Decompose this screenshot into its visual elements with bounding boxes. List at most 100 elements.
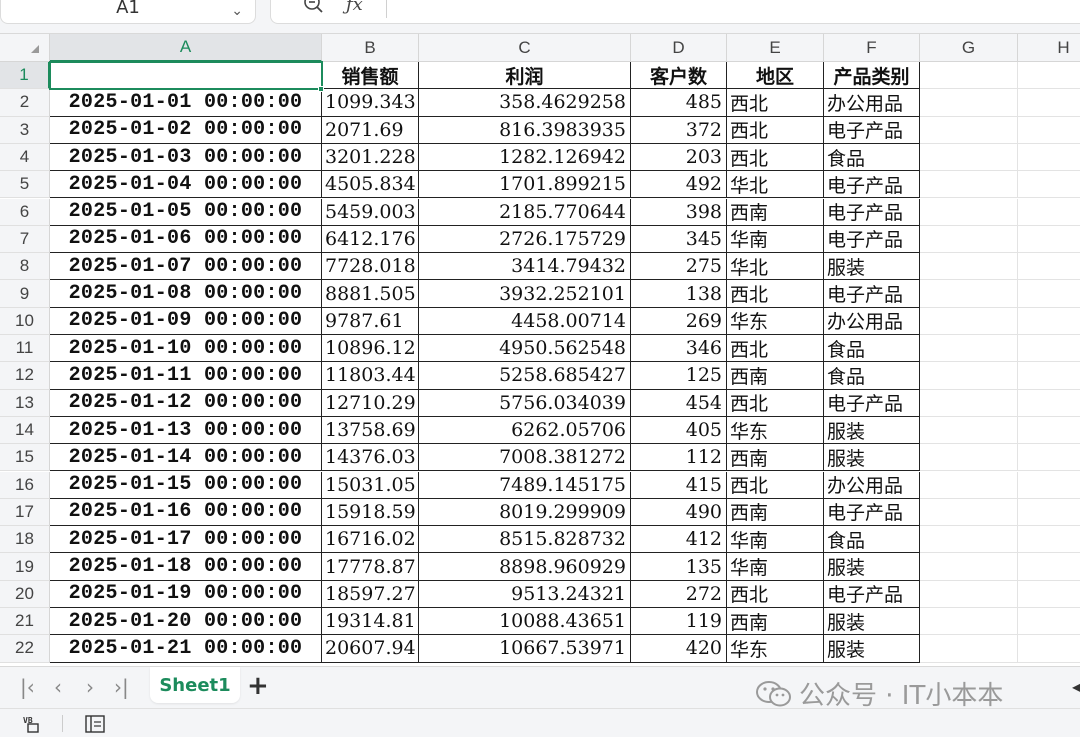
zoom-icon[interactable] <box>302 0 324 14</box>
prev-sheet-icon[interactable]: ‹ <box>54 675 62 699</box>
cell-b[interactable]: 14376.03 <box>322 444 419 472</box>
cell-c[interactable]: 4950.562548 <box>419 335 631 363</box>
cell-a[interactable]: 2025-01-16 00:00:00 <box>50 498 322 527</box>
cell-a[interactable]: 2025-01-06 00:00:00 <box>50 225 322 254</box>
cell-g[interactable] <box>920 335 1018 363</box>
column-header-d[interactable]: D <box>631 34 727 62</box>
cell-b[interactable]: 1099.343 <box>322 89 419 117</box>
cell-e[interactable]: 西北 <box>727 471 824 499</box>
cell-g[interactable] <box>920 307 1018 335</box>
cell-h[interactable] <box>1018 226 1080 254</box>
row-header[interactable]: 4 <box>0 143 50 172</box>
cell-b[interactable]: 4505.834 <box>322 171 419 199</box>
cell-b[interactable]: 7728.018 <box>322 253 419 281</box>
cell-h[interactable] <box>1018 62 1080 90</box>
cell-d[interactable]: 372 <box>631 116 727 144</box>
cell-a[interactable]: 2025-01-18 00:00:00 <box>50 553 322 581</box>
cell-b[interactable]: 19314.81 <box>322 608 419 636</box>
cell-f[interactable]: 电子产品 <box>824 171 920 199</box>
cell-d[interactable]: 492 <box>631 171 727 199</box>
cell-f[interactable]: 食品 <box>824 143 920 172</box>
cell-e[interactable]: 华北 <box>727 253 824 281</box>
cell-h[interactable] <box>1018 472 1080 499</box>
last-sheet-icon[interactable]: ›| <box>114 675 129 699</box>
cell-e[interactable]: 西北 <box>727 280 824 308</box>
cell-d[interactable]: 203 <box>631 143 727 172</box>
cell-f[interactable]: 办公用品 <box>824 307 920 335</box>
cell-h[interactable] <box>1018 280 1080 308</box>
cell-f[interactable]: 电子产品 <box>824 389 920 417</box>
cell-f[interactable]: 食品 <box>824 362 920 390</box>
function-icon[interactable]: ƒx <box>346 0 363 15</box>
cell-b[interactable]: 销售额 <box>322 62 419 90</box>
macro-icon[interactable]: VB <box>22 714 46 734</box>
cell-d[interactable]: 485 <box>631 89 727 117</box>
cell-b[interactable]: 3201.228 <box>322 143 419 172</box>
cell-d[interactable]: 405 <box>631 416 727 445</box>
cell-h[interactable] <box>1018 117 1080 144</box>
cell-c[interactable]: 10088.43651 <box>419 608 631 636</box>
cell-c[interactable]: 6262.05706 <box>419 416 631 445</box>
cell-g[interactable] <box>920 580 1018 608</box>
cell-c[interactable]: 5756.034039 <box>419 389 631 417</box>
cell-c[interactable]: 816.3983935 <box>419 116 631 144</box>
cell-d[interactable]: 454 <box>631 389 727 417</box>
column-header-g[interactable]: G <box>920 34 1018 62</box>
cell-a[interactable]: 2025-01-02 00:00:00 <box>50 116 322 144</box>
cell-b[interactable]: 20607.94 <box>322 635 419 663</box>
cell-d[interactable]: 398 <box>631 198 727 226</box>
cell-h[interactable] <box>1018 308 1080 335</box>
cell-e[interactable]: 华南 <box>727 225 824 254</box>
cell-d[interactable]: 客户数 <box>631 62 727 90</box>
cell-c[interactable]: 5258.685427 <box>419 362 631 390</box>
row-header[interactable]: 6 <box>0 198 50 226</box>
cell-b[interactable]: 15031.05 <box>322 471 419 499</box>
cell-a[interactable]: 2025-01-17 00:00:00 <box>50 526 322 554</box>
select-all-corner[interactable] <box>0 34 50 62</box>
cell-c[interactable]: 10667.53971 <box>419 635 631 663</box>
cell-g[interactable] <box>920 553 1018 581</box>
cell-a[interactable]: 2025-01-21 00:00:00 <box>50 635 322 663</box>
cell-a[interactable]: 2025-01-10 00:00:00 <box>50 335 322 363</box>
cell-h[interactable] <box>1018 362 1080 390</box>
cell-f[interactable]: 办公用品 <box>824 471 920 499</box>
column-header-b[interactable]: B <box>322 34 419 62</box>
column-header-e[interactable]: E <box>727 34 824 62</box>
cell-d[interactable]: 119 <box>631 608 727 636</box>
row-header[interactable]: 13 <box>0 389 50 417</box>
cell-d[interactable]: 275 <box>631 253 727 281</box>
cell-d[interactable]: 269 <box>631 307 727 335</box>
cell-f[interactable]: 服装 <box>824 444 920 472</box>
cell-a[interactable]: 2025-01-09 00:00:00 <box>50 307 322 335</box>
cell-a[interactable]: 2025-01-20 00:00:00 <box>50 608 322 636</box>
cell-c[interactable]: 7008.381272 <box>419 444 631 472</box>
cell-e[interactable]: 华东 <box>727 416 824 445</box>
cell-c[interactable]: 358.4629258 <box>419 89 631 117</box>
cell-h[interactable] <box>1018 417 1080 445</box>
cell-c[interactable]: 3414.79432 <box>419 253 631 281</box>
cell-a[interactable]: 2025-01-01 00:00:00 <box>50 89 322 117</box>
row-header[interactable]: 9 <box>0 280 50 308</box>
cell-g[interactable] <box>920 62 1018 90</box>
row-header[interactable]: 7 <box>0 225 50 254</box>
cell-e[interactable]: 西南 <box>727 608 824 636</box>
cell-a[interactable]: 2025-01-11 00:00:00 <box>50 362 322 390</box>
cell-a[interactable]: 2025-01-08 00:00:00 <box>50 280 322 308</box>
cell-d[interactable]: 135 <box>631 553 727 581</box>
row-header[interactable]: 15 <box>0 444 50 472</box>
cell-h[interactable] <box>1018 144 1080 172</box>
cell-h[interactable] <box>1018 553 1080 581</box>
cell-a[interactable]: 2025-01-14 00:00:00 <box>50 444 322 472</box>
cell-g[interactable] <box>920 416 1018 445</box>
cell-b[interactable]: 18597.27 <box>322 580 419 608</box>
cell-f[interactable]: 食品 <box>824 526 920 554</box>
formula-input[interactable] <box>270 0 1080 24</box>
cell-a[interactable]: 2025-01-04 00:00:00 <box>50 171 322 199</box>
cell-g[interactable] <box>920 362 1018 390</box>
cell-c[interactable]: 7489.145175 <box>419 471 631 499</box>
cell-e[interactable]: 西南 <box>727 362 824 390</box>
cell-h[interactable] <box>1018 635 1080 663</box>
cell-e[interactable]: 华北 <box>727 171 824 199</box>
cell-b[interactable]: 13758.69 <box>322 416 419 445</box>
cell-e[interactable]: 西北 <box>727 143 824 172</box>
